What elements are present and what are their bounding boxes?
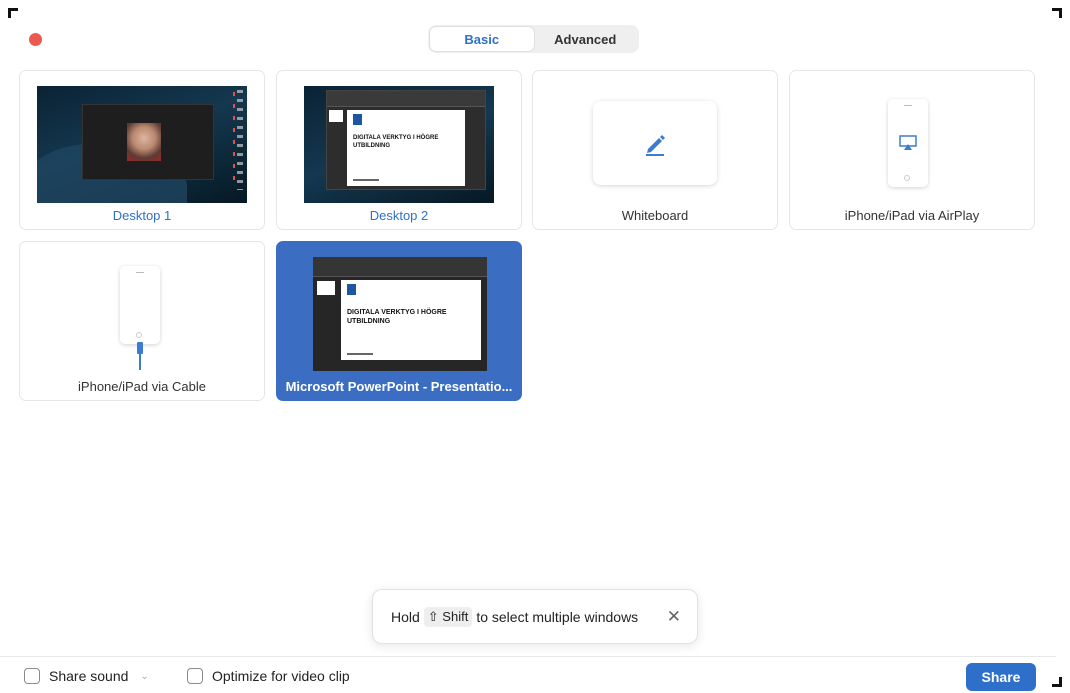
powerpoint-thumbnail: DIGITALA VERKTYG I HÖGRE UTBILDNING <box>313 257 487 371</box>
share-mode-tabs: Basic Advanced <box>428 25 639 53</box>
participant-photo <box>127 123 161 161</box>
tile-label: iPhone/iPad via AirPlay <box>844 208 980 223</box>
multi-select-hint: Hold ⇧ Shift to select multiple windows … <box>372 589 698 644</box>
share-option-airplay[interactable]: iPhone/iPad via AirPlay <box>789 70 1035 230</box>
iphone-thumbnail <box>120 266 160 344</box>
tile-label: Desktop 2 <box>369 208 429 223</box>
share-sound-option[interactable]: Share sound ⌄ <box>24 668 149 684</box>
optimize-video-option[interactable]: Optimize for video clip <box>187 668 350 684</box>
whiteboard-thumbnail <box>593 101 717 185</box>
footer-divider <box>0 656 1056 657</box>
tile-label: Desktop 1 <box>112 208 172 223</box>
share-button[interactable]: Share <box>966 663 1036 691</box>
optimize-video-checkbox[interactable] <box>187 668 203 684</box>
hint-prefix: Hold <box>391 608 420 625</box>
share-option-desktop-2[interactable]: DIGITALA VERKTYG I HÖGRE UTBILDNING Desk… <box>276 70 522 230</box>
close-window-button[interactable] <box>29 33 42 46</box>
desktop-2-thumbnail: DIGITALA VERKTYG I HÖGRE UTBILDNING <box>304 86 494 203</box>
iphone-thumbnail <box>888 99 928 187</box>
hint-text: to select multiple windows <box>476 608 639 625</box>
share-option-powerpoint[interactable]: DIGITALA VERKTYG I HÖGRE UTBILDNING Micr… <box>276 241 522 401</box>
share-option-cable[interactable]: iPhone/iPad via Cable <box>19 241 265 401</box>
lightning-cable-icon <box>137 342 143 370</box>
footer-bar: Share sound ⌄ Optimize for video clip Sh… <box>0 660 1070 693</box>
slide-title: DIGITALA VERKTYG I HÖGRE UTBILDNING <box>353 135 439 149</box>
share-option-desktop-1[interactable]: Desktop 1 <box>19 70 265 230</box>
window-corner-top-left <box>8 8 18 18</box>
pencil-icon <box>646 135 665 156</box>
airplay-icon <box>899 135 917 150</box>
share-option-whiteboard[interactable]: Whiteboard <box>532 70 778 230</box>
tile-label: Whiteboard <box>621 208 689 223</box>
share-sound-checkbox[interactable] <box>24 668 40 684</box>
share-sound-label: Share sound <box>49 668 129 684</box>
desktop-1-thumbnail <box>37 86 247 203</box>
slide-title: DIGITALA VERKTYG I HÖGRE UTBILDNING <box>347 309 447 325</box>
tab-advanced[interactable]: Advanced <box>534 27 638 51</box>
tile-label: Microsoft PowerPoint - Presentatio... <box>285 379 513 394</box>
close-icon[interactable]: ✕ <box>667 607 681 627</box>
shift-key-icon: ⇧ Shift <box>423 606 473 627</box>
optimize-video-label: Optimize for video clip <box>212 668 350 684</box>
tab-basic[interactable]: Basic <box>430 27 534 51</box>
window-corner-top-right <box>1052 8 1062 18</box>
chevron-down-icon[interactable]: ⌄ <box>140 671 148 682</box>
tile-label: iPhone/iPad via Cable <box>78 379 206 394</box>
